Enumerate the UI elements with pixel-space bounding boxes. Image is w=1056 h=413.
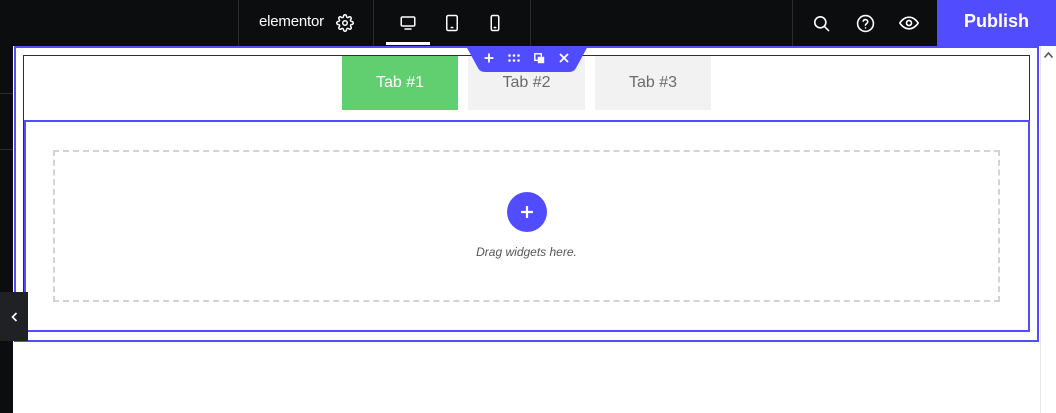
chevron-left-icon <box>10 311 17 322</box>
drag-handle-button[interactable] <box>503 49 525 67</box>
tablet-icon <box>446 14 458 32</box>
settings-gear-icon <box>336 14 354 32</box>
publish-button[interactable]: Publish <box>937 0 1056 46</box>
tab-label: Tab #1 <box>375 74 425 91</box>
divider <box>373 0 374 46</box>
plus-icon <box>484 53 494 63</box>
tab-3[interactable]: Tab #3 <box>595 56 711 110</box>
desktop-icon <box>400 16 416 30</box>
duplicate-button[interactable] <box>528 49 550 67</box>
settings-button[interactable] <box>328 0 362 46</box>
preview-eye-icon <box>899 16 919 30</box>
top-bar: elementor Publish <box>0 0 1056 46</box>
panel-toggle-button[interactable] <box>0 292 28 341</box>
tab-label: Tab #2 <box>502 74 551 91</box>
tab-1[interactable]: Tab #1 <box>342 56 458 110</box>
brand-logo-text: elementor <box>259 13 324 30</box>
preview-button[interactable] <box>892 0 926 46</box>
close-icon <box>559 53 569 63</box>
active-device-indicator <box>386 42 430 45</box>
device-mobile-button[interactable] <box>478 0 512 46</box>
add-widget-button[interactable] <box>507 192 547 232</box>
divider <box>792 0 793 46</box>
drop-zone-hint: Drag widgets here. <box>476 245 577 259</box>
search-button[interactable] <box>804 0 838 46</box>
help-icon <box>856 14 874 32</box>
divider <box>0 93 13 94</box>
element-handle <box>466 46 588 72</box>
divider <box>530 0 531 46</box>
duplicate-icon <box>533 52 544 63</box>
help-button[interactable] <box>848 0 882 46</box>
device-desktop-button[interactable] <box>391 0 425 46</box>
drag-dots-icon <box>508 54 520 62</box>
search-icon <box>813 15 829 31</box>
scrollbar[interactable] <box>1040 46 1056 413</box>
scroll-up-arrow-icon[interactable] <box>1044 52 1053 58</box>
plus-icon <box>521 206 533 218</box>
divider <box>0 149 13 150</box>
left-panel-edge <box>0 46 13 413</box>
mobile-icon <box>490 14 500 32</box>
delete-button[interactable] <box>553 49 575 67</box>
add-element-button[interactable] <box>478 49 500 67</box>
tab-label: Tab #3 <box>628 74 678 91</box>
divider <box>238 0 239 46</box>
device-tablet-button[interactable] <box>435 0 469 46</box>
